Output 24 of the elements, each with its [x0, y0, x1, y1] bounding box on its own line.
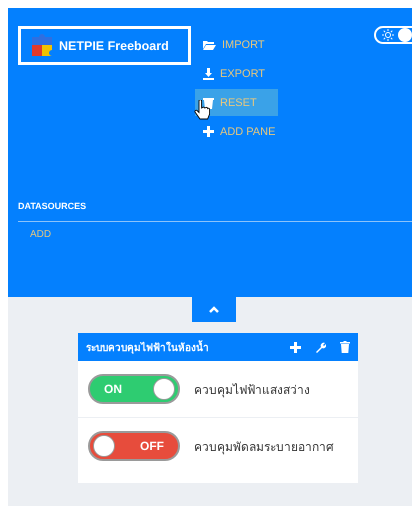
plus-icon[interactable]: [290, 342, 301, 352]
menu-item[interactable]: ADD PANE: [195, 118, 278, 145]
download-icon: [203, 68, 214, 80]
wrench-icon[interactable]: [315, 342, 326, 352]
toggle-switch[interactable]: OFF: [88, 431, 180, 461]
sun-icon: [382, 29, 394, 41]
theme-toggle[interactable]: [374, 26, 412, 44]
folder-icon: [203, 40, 216, 50]
menu-item[interactable]: EXPORT: [195, 60, 278, 87]
collapse-button[interactable]: [192, 297, 236, 322]
add-datasource-link[interactable]: ADD: [30, 229, 52, 240]
trash-icon[interactable]: [340, 341, 350, 353]
plus-icon: [203, 126, 214, 137]
logo-title: NETPIE Freeboard: [59, 38, 169, 52]
datasources-title: DATASOURCES: [18, 201, 88, 211]
trash-icon: [203, 96, 214, 108]
chevron-up-icon: [209, 306, 219, 313]
menu-item[interactable]: IMPORT: [195, 31, 278, 58]
switch-label: ควบคุมพัดลมระบายอากาศ: [194, 438, 334, 456]
pane-title: ระบบควบคุมไฟฟ้าในห้องน้ำ: [86, 340, 276, 354]
hand-cursor-icon: [194, 100, 210, 120]
toggle-switch[interactable]: ON: [88, 374, 180, 404]
puzzle-logo-icon: [29, 32, 55, 58]
switch-label: ควบคุมไฟฟ้าแสงสว่าง: [194, 382, 310, 398]
